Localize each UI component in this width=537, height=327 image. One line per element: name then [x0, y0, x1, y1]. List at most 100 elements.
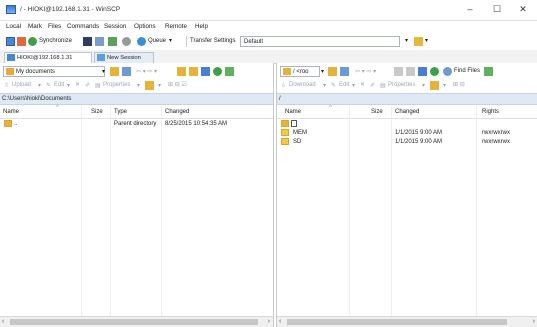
- transfer-dropdown-icon[interactable]: ▾: [405, 37, 408, 44]
- menu-remote[interactable]: Remote: [165, 23, 187, 30]
- menu-files[interactable]: Files: [48, 23, 61, 30]
- upload-dropdown-icon[interactable]: ▾: [38, 82, 41, 89]
- menu-session[interactable]: Session: [104, 23, 126, 30]
- remote-location-dropdown-icon[interactable]: ▾: [321, 68, 324, 75]
- new-folder-icon[interactable]: [430, 81, 439, 90]
- upload-button[interactable]: Upload: [12, 82, 31, 88]
- sort-indicator-icon: ^: [56, 105, 59, 111]
- synchronize-button[interactable]: Synchronize: [39, 38, 72, 44]
- local-location-select[interactable]: My documents: [3, 66, 105, 77]
- column-rights[interactable]: Rights: [482, 109, 499, 115]
- column-size[interactable]: Size: [371, 109, 383, 115]
- open-folder-icon[interactable]: [110, 67, 119, 76]
- filter-icon[interactable]: [122, 67, 131, 76]
- menu-help[interactable]: Help: [195, 23, 208, 30]
- column-changed[interactable]: Changed: [165, 109, 189, 115]
- back-icon[interactable]: ⇦ ▾ ⇨ ▾: [136, 68, 157, 75]
- parent-directory-icon[interactable]: [177, 67, 186, 76]
- edit-dropdown-icon[interactable]: ▾: [67, 82, 70, 89]
- root-directory-icon[interactable]: [189, 67, 198, 76]
- open-folder-icon[interactable]: [328, 67, 337, 76]
- properties-dropdown-icon[interactable]: ▾: [137, 82, 140, 89]
- preferences-icon[interactable]: [122, 37, 131, 46]
- maximize-button[interactable]: ☐: [486, 3, 508, 16]
- menu-options[interactable]: Options: [134, 23, 156, 30]
- rename-icon[interactable]: ✐: [85, 82, 90, 89]
- menu-mark[interactable]: Mark: [28, 23, 42, 30]
- scroll-right-icon[interactable]: ›: [268, 318, 270, 325]
- column-name[interactable]: Name: [3, 109, 19, 115]
- edit-button[interactable]: Edit: [339, 82, 349, 88]
- transfer-options-icon[interactable]: [414, 37, 423, 46]
- scrollbar-thumb[interactable]: [10, 319, 258, 325]
- properties-button[interactable]: Properties: [103, 82, 130, 88]
- scroll-right-icon[interactable]: ›: [533, 318, 535, 325]
- filter-icon[interactable]: [340, 67, 349, 76]
- console-icon[interactable]: [83, 37, 92, 46]
- remote-column-header: Name ^ Size Changed Rights: [277, 105, 537, 119]
- properties-dropdown-icon[interactable]: ▾: [422, 82, 425, 89]
- select-icon[interactable]: ⊞ ⊟: [453, 81, 465, 88]
- menu-commands[interactable]: Commands: [67, 23, 99, 30]
- transfer-settings-select[interactable]: Default: [240, 36, 400, 47]
- scroll-left-icon[interactable]: ‹: [2, 318, 4, 325]
- refresh-icon[interactable]: [430, 67, 439, 76]
- select-icon[interactable]: ⊞ ⊟ ☑: [168, 81, 187, 88]
- root-directory-icon[interactable]: [406, 67, 415, 76]
- local-horizontal-scrollbar[interactable]: ‹ ›: [0, 316, 273, 327]
- local-location-dropdown-icon[interactable]: ▾: [102, 68, 105, 75]
- session-tabs: HIOKI@192.168.1.31 New Session: [0, 50, 537, 64]
- properties-button[interactable]: Properties: [388, 82, 415, 88]
- download-icon: ⇩: [281, 83, 287, 89]
- queue-dropdown-icon[interactable]: ▾: [169, 37, 172, 44]
- folder-icon: [281, 138, 289, 145]
- transfer-options-dropdown-icon[interactable]: ▾: [425, 37, 428, 44]
- file-row-parent[interactable]: .. Parent directory 8/25/2015 10:54:35 A…: [0, 120, 273, 129]
- compare-icon[interactable]: [17, 37, 26, 46]
- putty-icon[interactable]: [95, 37, 104, 46]
- column-name[interactable]: Name: [285, 109, 301, 115]
- tab-new-session[interactable]: New Session: [94, 52, 154, 63]
- remote-location-value: / <roo: [293, 69, 309, 75]
- file-row-sd[interactable]: SD 1/1/2015 9:00 AM rwxrwxrwx: [277, 138, 537, 147]
- home-icon[interactable]: [201, 67, 210, 76]
- scrollbar-thumb[interactable]: [287, 319, 507, 325]
- upload-icon: ⇧: [4, 83, 10, 89]
- column-type[interactable]: Type: [114, 109, 127, 115]
- refresh-icon[interactable]: [108, 37, 117, 46]
- back-icon[interactable]: ⇦ ▾ ⇨ ▾: [355, 68, 376, 75]
- local-path: C:\Users\hioki\Documents: [2, 96, 72, 102]
- parent-directory-icon[interactable]: [394, 67, 403, 76]
- new-folder-icon[interactable]: [145, 81, 154, 90]
- find-files-button[interactable]: Find Files: [454, 68, 480, 74]
- delete-icon[interactable]: ✕: [75, 81, 80, 88]
- scroll-left-icon[interactable]: ‹: [279, 318, 281, 325]
- sync-browsing-icon[interactable]: [225, 67, 234, 76]
- rename-icon[interactable]: ✐: [370, 82, 375, 89]
- close-button[interactable]: ✕: [512, 3, 534, 16]
- home-icon[interactable]: [418, 67, 427, 76]
- download-dropdown-icon[interactable]: ▾: [323, 82, 326, 89]
- file-row-mem[interactable]: MEM 1/1/2015 9:00 AM rwxrwxrwx: [277, 129, 537, 138]
- column-size[interactable]: Size: [91, 109, 103, 115]
- tab-hioki-session[interactable]: HIOKI@192.168.1.31: [4, 52, 92, 63]
- refresh-icon[interactable]: [213, 67, 222, 76]
- queue-button[interactable]: Queue: [148, 38, 166, 44]
- download-button[interactable]: Download: [289, 82, 316, 88]
- local-panel-icon[interactable]: [6, 37, 15, 46]
- properties-icon: ▤: [380, 83, 386, 89]
- sync-browsing-icon[interactable]: [484, 67, 493, 76]
- edit-dropdown-icon[interactable]: ▾: [352, 82, 355, 89]
- minimize-button[interactable]: –: [459, 3, 481, 16]
- remote-horizontal-scrollbar[interactable]: ‹ ›: [277, 316, 537, 327]
- new-dropdown-icon[interactable]: ▾: [158, 82, 161, 89]
- column-changed[interactable]: Changed: [395, 109, 419, 115]
- main-toolbar: Synchronize Queue ▾ Transfer Settings De…: [0, 34, 537, 49]
- file-row-parent[interactable]: [277, 120, 537, 129]
- menu-local[interactable]: Local: [6, 23, 21, 30]
- remote-location-select[interactable]: / <roo: [280, 66, 320, 77]
- delete-icon[interactable]: ✕: [360, 81, 365, 88]
- new-dropdown-icon[interactable]: ▾: [443, 82, 446, 89]
- properties-icon: ▤: [95, 83, 101, 89]
- edit-button[interactable]: Edit: [54, 82, 64, 88]
